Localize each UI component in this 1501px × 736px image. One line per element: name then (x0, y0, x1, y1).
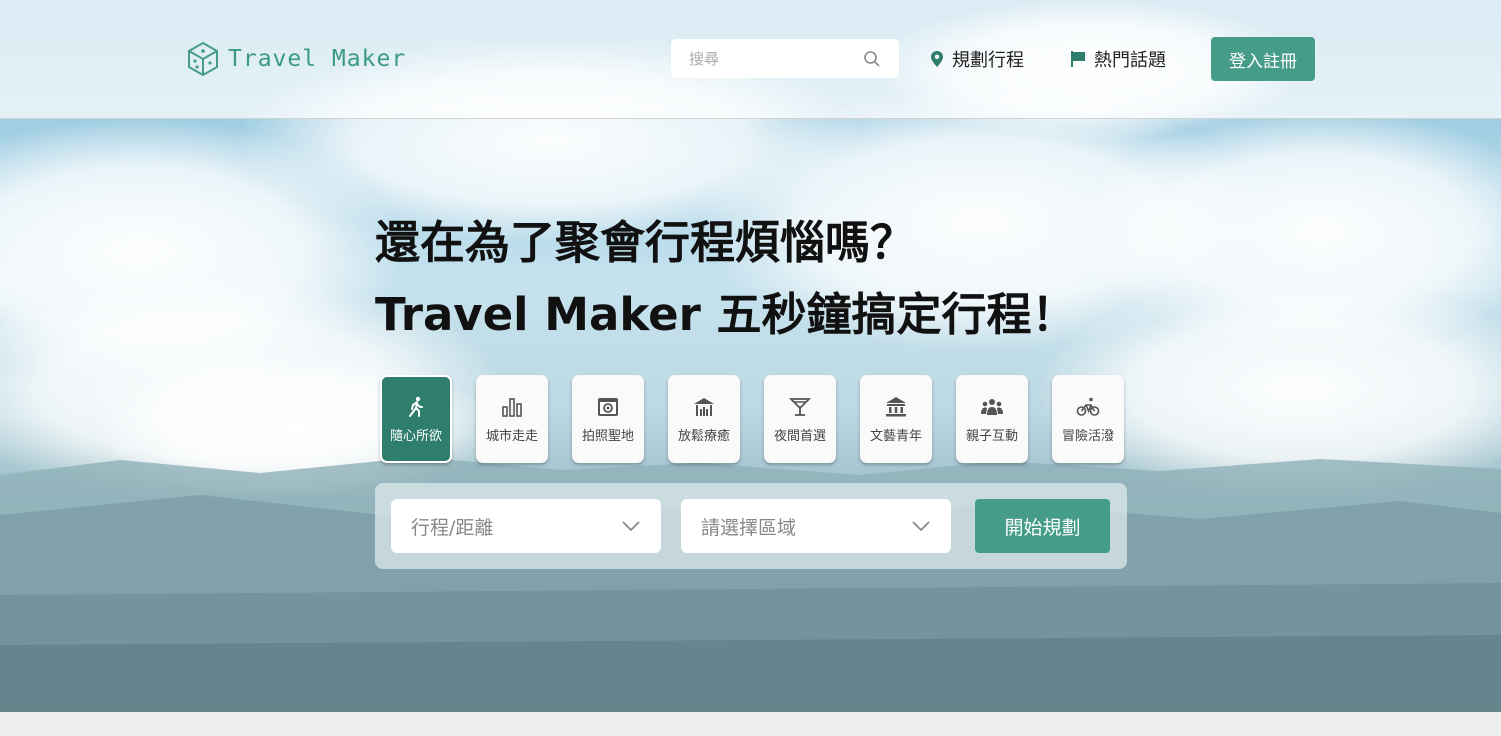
search-icon[interactable] (863, 50, 881, 68)
category-label: 拍照聖地 (581, 428, 634, 444)
cocktail-icon (788, 397, 812, 416)
duration-select-placeholder: 行程/距離 (411, 516, 494, 539)
trip-planner-form: 行程/距離 請選擇區域 開始規劃 (375, 483, 1127, 569)
login-register-button[interactable]: 登入註冊 (1211, 37, 1315, 81)
category-label: 夜間首選 (773, 428, 826, 444)
category-nightlife[interactable]: 夜間首選 (764, 375, 836, 463)
category-label: 親子互動 (965, 428, 1018, 444)
region-select-placeholder: 請選擇區域 (701, 516, 797, 539)
category-label: 城市走走 (485, 428, 538, 444)
category-adventure[interactable]: 冒險活潑 (1052, 375, 1124, 463)
flag-icon (1071, 51, 1085, 67)
category-label: 放鬆療癒 (677, 428, 730, 444)
museum-icon (886, 396, 906, 416)
dice-cube-icon (188, 41, 218, 77)
category-label: 冒險活潑 (1061, 428, 1114, 444)
category-label: 隨心所欲 (389, 428, 442, 444)
chevron-down-icon (622, 521, 640, 532)
category-label: 文藝青年 (869, 428, 922, 444)
search-input[interactable]: 搜尋 (671, 39, 899, 78)
nav-label: 規劃行程 (952, 50, 1024, 71)
chevron-down-icon (912, 521, 930, 532)
brand-name: Travel Maker (228, 46, 407, 72)
camera-icon (598, 397, 618, 416)
hero-headline-line1: 還在為了聚會行程煩惱嗎？ (375, 216, 916, 269)
gazebo-icon (694, 397, 714, 416)
category-city-walk[interactable]: 城市走走 (476, 375, 548, 463)
category-relaxing[interactable]: 放鬆療癒 (668, 375, 740, 463)
nav-plan-trip[interactable]: 規劃行程 (930, 46, 1024, 72)
family-icon (981, 398, 1003, 415)
category-arts[interactable]: 文藝青年 (860, 375, 932, 463)
brand-logo[interactable]: Travel Maker (186, 40, 406, 78)
category-freestyle[interactable]: 隨心所欲 (380, 375, 452, 463)
location-pin-icon (931, 51, 943, 67)
hero-headline-line2: Travel Maker 五秒鐘搞定行程！ (375, 288, 1077, 341)
nav-hot-topics[interactable]: 熱門話題 (1070, 46, 1166, 72)
category-family[interactable]: 親子互動 (956, 375, 1028, 463)
start-planning-button[interactable]: 開始規劃 (975, 499, 1110, 553)
nav-label: 熱門話題 (1094, 50, 1166, 71)
region-select[interactable]: 請選擇區域 (681, 499, 951, 553)
walking-icon (409, 396, 423, 417)
bicycle-icon (1076, 397, 1100, 416)
search-placeholder: 搜尋 (689, 50, 720, 68)
category-photo-spots[interactable]: 拍照聖地 (572, 375, 644, 463)
city-bars-icon (502, 397, 522, 417)
category-list: 隨心所欲 城市走走 拍照聖地 放鬆療癒 夜間首選 文藝青年 親子互動 冒險活潑 (380, 375, 1124, 463)
duration-select[interactable]: 行程/距離 (391, 499, 661, 553)
